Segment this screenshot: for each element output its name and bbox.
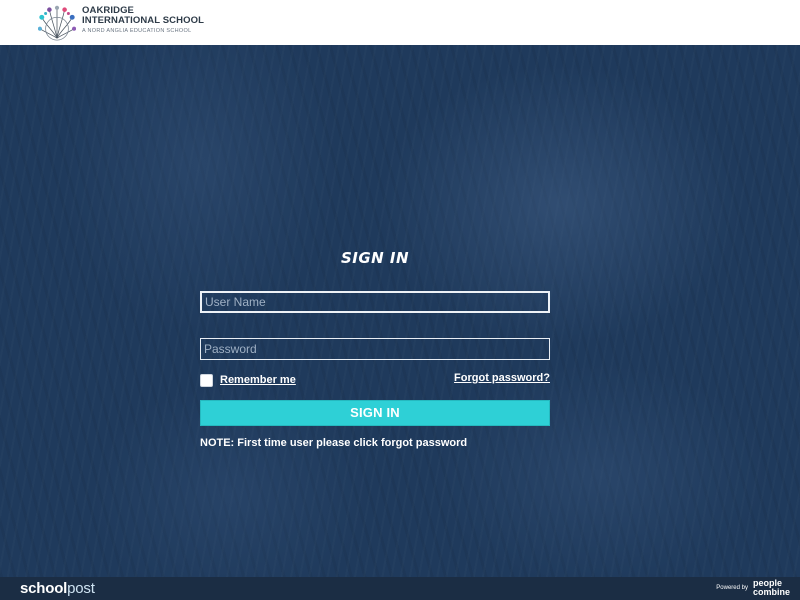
peoplecombine-logo: people combine xyxy=(753,579,790,597)
schoolpost-logo: schoolpost xyxy=(20,580,95,597)
header-bar: OAKRIDGE INTERNATIONAL SCHOOL A NORD ANG… xyxy=(0,0,800,45)
powered-by-label: Powered by xyxy=(716,585,748,591)
school-name: OAKRIDGE INTERNATIONAL SCHOOL A NORD ANG… xyxy=(82,6,204,35)
peoplecombine-logo-line2: combine xyxy=(752,587,790,597)
remember-me-checkbox[interactable] xyxy=(200,373,213,387)
password-input[interactable] xyxy=(200,338,550,360)
powered-by: Powered by people combine xyxy=(716,579,790,597)
schoolpost-logo-part2: post xyxy=(67,580,95,597)
schoolpost-logo-part1: school xyxy=(20,580,68,597)
forgot-password-link[interactable]: Forgot password? xyxy=(454,372,550,384)
username-input[interactable] xyxy=(200,291,550,313)
school-subtitle: A NORD ANGLIA EDUCATION SCHOOL xyxy=(82,28,192,34)
first-time-note: NOTE: First time user please click forgo… xyxy=(200,437,468,449)
signin-button[interactable]: SIGN IN xyxy=(200,400,550,426)
school-name-line2: INTERNATIONAL SCHOOL xyxy=(82,15,204,26)
remember-me-label[interactable]: Remember me xyxy=(220,374,296,386)
signin-title: SIGN IN xyxy=(340,249,410,267)
remember-me-group[interactable]: Remember me xyxy=(200,373,296,387)
footer-bar: schoolpost Powered by people combine xyxy=(0,577,800,600)
flower-logo-icon xyxy=(38,5,76,41)
